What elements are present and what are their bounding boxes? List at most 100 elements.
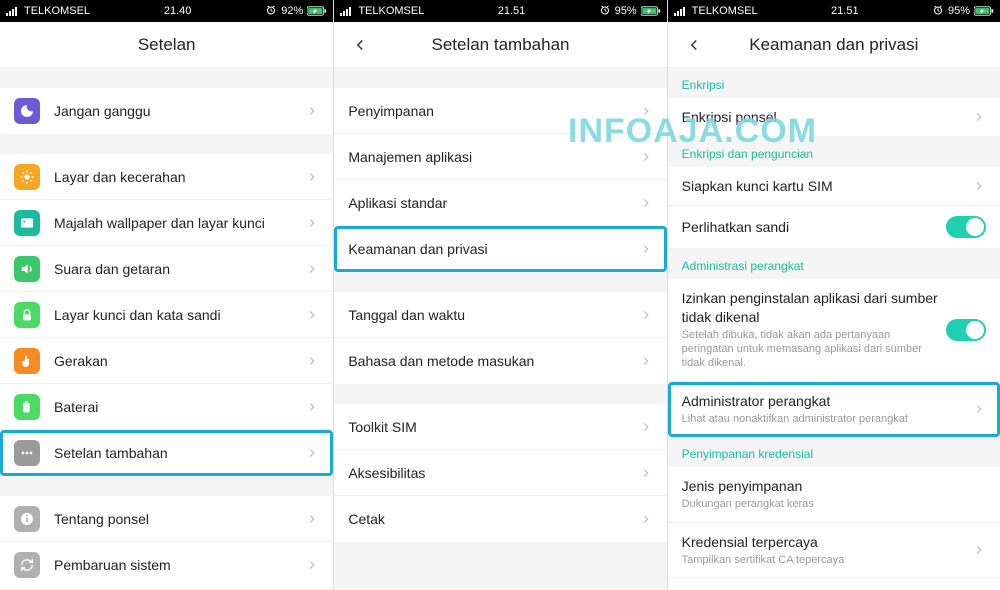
signal-icon (340, 6, 354, 16)
chevron-right-icon (639, 104, 653, 118)
row-label: Majalah wallpaper dan layar kunci (54, 215, 305, 231)
alarm-icon (265, 4, 277, 19)
settings-row-security[interactable]: Keamanan dan privasi (334, 226, 666, 272)
settings-row-dnd[interactable]: Jangan ganggu (0, 88, 333, 134)
group-gap (0, 68, 333, 88)
chevron-right-icon (639, 242, 653, 256)
group-gap (334, 68, 666, 88)
row-label: Keamanan dan privasi (348, 241, 638, 257)
row-title: Kredensial terpercaya (682, 533, 964, 551)
row-label: Bahasa dan metode masukan (348, 353, 638, 369)
row-subtitle: Setelah dibuka, tidak akan ada pertanyaa… (682, 328, 938, 371)
carrier-label: TELKOMSEL (24, 5, 90, 17)
row-subtitle: Lihat atau nonaktifkan administrator per… (682, 412, 964, 426)
row-label: Cetak (348, 511, 638, 527)
settings-row-a11y[interactable]: Aksesibilitas (334, 450, 666, 496)
settings-row-default[interactable]: Aplikasi standar (334, 180, 666, 226)
row-label: Manajemen aplikasi (348, 149, 638, 165)
chevron-right-icon (639, 512, 653, 526)
row-title: Perlihatkan sandi (682, 218, 938, 236)
settings-row-datetime[interactable]: Tanggal dan waktu (334, 292, 666, 338)
settings-row-update[interactable]: Pembaruan sistem (0, 542, 333, 588)
security-row-admin[interactable]: Administrator perangkat Lihat atau nonakt… (668, 382, 1000, 437)
header: Setelan (0, 22, 333, 68)
row-label: Gerakan (54, 353, 305, 369)
header: Setelan tambahan (334, 22, 666, 68)
chevron-right-icon (305, 400, 319, 414)
chevron-right-icon (639, 308, 653, 322)
settings-row-additional[interactable]: Setelan tambahan (0, 430, 333, 476)
chevron-right-icon (305, 308, 319, 322)
sound-icon (14, 256, 40, 282)
settings-row-print[interactable]: Cetak (334, 496, 666, 542)
chevron-right-icon (639, 466, 653, 480)
section-label: Administrasi perangkat (668, 249, 1000, 279)
row-subtitle: Dukungan perangkat keras (682, 497, 978, 511)
settings-row-about[interactable]: Tentang ponsel (0, 496, 333, 542)
status-bar: TELKOMSEL21.5195% (334, 0, 666, 22)
battery-percent: 95% (615, 5, 637, 17)
row-label: Setelan tambahan (54, 445, 305, 461)
settings-row-sim[interactable]: Toolkit SIM (334, 404, 666, 450)
row-label: Pembaruan sistem (54, 557, 305, 573)
toggle-switch[interactable] (946, 216, 986, 238)
settings-row-wallpaper[interactable]: Majalah wallpaper dan layar kunci (0, 200, 333, 246)
lock-icon (14, 302, 40, 328)
dots-icon (14, 440, 40, 466)
signal-icon (6, 6, 20, 16)
toggle-switch[interactable] (946, 319, 986, 341)
settings-row-lock[interactable]: Layar kunci dan kata sandi (0, 292, 333, 338)
alarm-icon (932, 4, 944, 19)
chevron-right-icon (972, 402, 986, 416)
row-label: Toolkit SIM (348, 419, 638, 435)
settings-row-lang[interactable]: Bahasa dan metode masukan (334, 338, 666, 384)
row-label: Suara dan getaran (54, 261, 305, 277)
settings-row-storage[interactable]: Penyimpanan (334, 88, 666, 134)
info-icon (14, 506, 40, 532)
status-bar: TELKOMSEL21.40 92% (0, 0, 333, 22)
panel-additional-settings: TELKOMSEL21.5195% Setelan tambahan Penyimp… (333, 0, 666, 590)
back-button[interactable] (676, 22, 712, 67)
chevron-right-icon (305, 170, 319, 184)
security-row-simlock[interactable]: Siapkan kunci kartu SIM (668, 167, 1000, 206)
chevron-right-icon (972, 179, 986, 193)
security-row-encrypt[interactable]: Enkripsi ponsel (668, 98, 1000, 137)
image-icon (14, 210, 40, 236)
security-row-unknown[interactable]: Izinkan penginstalan aplikasi dari sumbe… (668, 279, 1000, 381)
row-label: Aksesibilitas (348, 465, 638, 481)
back-button[interactable] (342, 22, 378, 67)
row-label: Layar kunci dan kata sandi (54, 307, 305, 323)
row-title: Izinkan penginstalan aplikasi dari sumbe… (682, 289, 938, 325)
security-row-showpwd[interactable]: Perlihatkan sandi (668, 206, 1000, 249)
group-gap (0, 134, 333, 154)
status-time: 21.40 (90, 5, 265, 17)
moon-icon (14, 98, 40, 124)
security-row-trusted[interactable]: Kredensial terpercayaTampilkan sertifika… (668, 523, 1000, 578)
battery-percent: 92% (281, 5, 303, 17)
page-title: Setelan (138, 35, 196, 55)
battery-icon (307, 6, 327, 16)
security-row-storetype[interactable]: Jenis penyimpananDukungan perangkat kera… (668, 467, 1000, 522)
page-title: Keamanan dan privasi (749, 35, 918, 55)
page-title: Setelan tambahan (431, 35, 569, 55)
chevron-right-icon (639, 150, 653, 164)
settings-row-sound[interactable]: Suara dan getaran (0, 246, 333, 292)
signal-icon (674, 6, 688, 16)
status-bar: TELKOMSEL21.5195% (668, 0, 1000, 22)
settings-row-battery[interactable]: Baterai (0, 384, 333, 430)
panel-security-privacy: TELKOMSEL21.5195% Keamanan dan privasi Enk… (667, 0, 1000, 590)
section-label: Enkripsi (668, 68, 1000, 98)
row-label: Layar dan kecerahan (54, 169, 305, 185)
section-label: Enkripsi dan penguncian (668, 137, 1000, 167)
chevron-right-icon (972, 543, 986, 557)
chevron-right-icon (305, 354, 319, 368)
row-title: Administrator perangkat (682, 392, 964, 410)
security-row-fromsd[interactable]: Pasang dari kartu SD (668, 578, 1000, 590)
battery-percent: 95% (948, 5, 970, 17)
group-gap (334, 384, 666, 404)
settings-row-apps[interactable]: Manajemen aplikasi (334, 134, 666, 180)
settings-row-motion[interactable]: Gerakan (0, 338, 333, 384)
chevron-right-icon (639, 196, 653, 210)
group-gap (334, 272, 666, 292)
settings-row-display[interactable]: Layar dan kecerahan (0, 154, 333, 200)
